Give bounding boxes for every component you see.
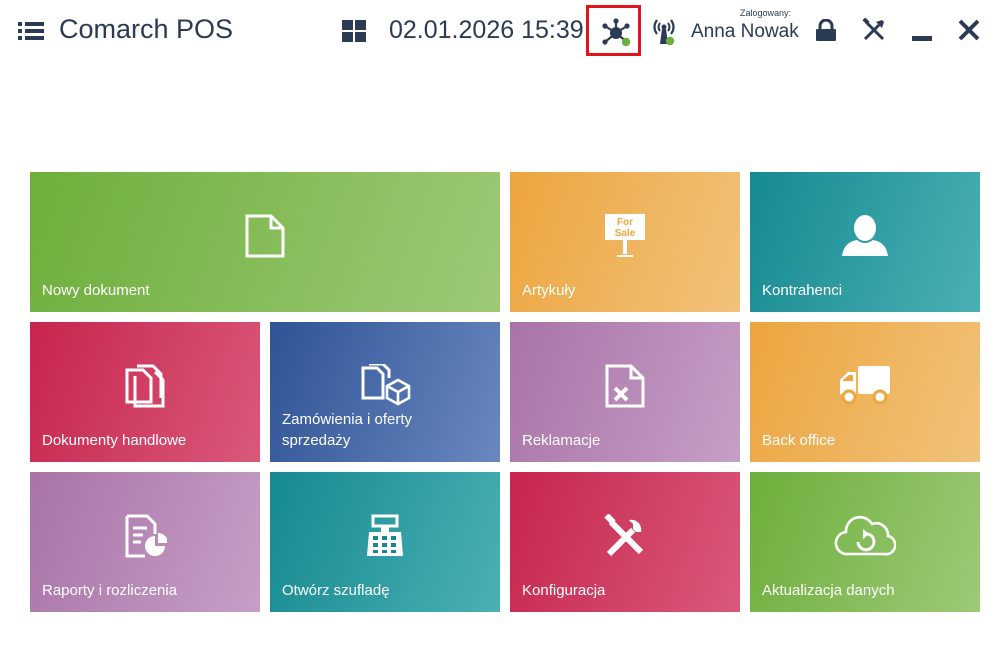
tile-label: Zamówienia i oferty sprzedaży <box>282 409 412 451</box>
tile-raporty-i-rozliczenia[interactable]: Raporty i rozliczenia <box>30 472 260 612</box>
tile-label: Dokumenty handlowe <box>42 432 187 449</box>
tile-label: Raporty i rozliczenia <box>42 582 178 599</box>
grid-icon[interactable] <box>342 20 366 42</box>
sign-text-line1: For <box>617 217 633 228</box>
tile-artykuly[interactable]: For Sale Artykuły <box>510 172 740 312</box>
sign-text-line2: Sale <box>615 228 636 239</box>
cash-register-icon <box>365 514 405 558</box>
tile-otworz-szuflade[interactable]: Otwórz szufladę <box>270 472 500 612</box>
app-title: Comarch POS <box>59 14 234 44</box>
network-icon <box>602 18 631 47</box>
tools-icon <box>603 514 647 558</box>
tile-kontrahenci[interactable]: Kontrahenci <box>750 172 980 312</box>
signal-icon[interactable] <box>651 16 677 46</box>
new-document-icon <box>243 214 287 258</box>
tile-label: Aktualizacja danych <box>762 582 895 599</box>
tile-label: Otwórz szufladę <box>282 582 390 599</box>
tile-nowy-dokument[interactable]: Nowy dokument <box>30 172 500 312</box>
tile-dokumenty-handlowe[interactable]: Dokumenty handlowe <box>30 322 260 462</box>
hamburger-icon[interactable] <box>18 20 44 42</box>
network-status-button[interactable] <box>586 5 641 56</box>
logged-in-label: Zalogowany: <box>740 8 792 18</box>
tile-zamowienia-i-oferty[interactable]: Zamówienia i oferty sprzedaży <box>270 322 500 462</box>
minimize-icon[interactable] <box>912 36 932 41</box>
tile-label-line2: sprzedaży <box>282 432 351 449</box>
report-icon <box>123 514 167 558</box>
tile-label: Nowy dokument <box>42 282 150 299</box>
lock-icon[interactable] <box>816 19 836 41</box>
document-cancel-icon <box>603 364 647 408</box>
tile-reklamacje[interactable]: Reklamacje <box>510 322 740 462</box>
tile-aktualizacja-danych[interactable]: Aktualizacja danych <box>750 472 980 612</box>
datetime: 02.01.2026 15:39 <box>389 16 584 44</box>
tile-back-office[interactable]: Back office <box>750 322 980 462</box>
close-icon[interactable] <box>958 19 980 41</box>
truck-icon <box>838 364 892 408</box>
tile-konfiguracja[interactable]: Konfiguracja <box>510 472 740 612</box>
user-name: Anna Nowak <box>691 21 799 42</box>
for-sale-sign-icon: For Sale <box>603 214 647 258</box>
person-icon <box>842 214 888 258</box>
documents-package-icon <box>359 364 411 408</box>
tile-label: Back office <box>762 432 836 449</box>
documents-icon <box>123 364 167 408</box>
tile-label: Reklamacje <box>522 432 601 449</box>
tools-icon[interactable] <box>862 18 886 42</box>
cloud-refresh-icon <box>834 514 896 558</box>
tile-label-line1: Zamówienia i oferty <box>282 411 413 428</box>
tile-label: Kontrahenci <box>762 282 843 299</box>
tile-label: Artykuły <box>522 282 576 299</box>
tile-label: Konfiguracja <box>522 582 606 599</box>
top-bar: Comarch POS 02.01.2026 15:39 Zalogowany:… <box>0 0 998 64</box>
